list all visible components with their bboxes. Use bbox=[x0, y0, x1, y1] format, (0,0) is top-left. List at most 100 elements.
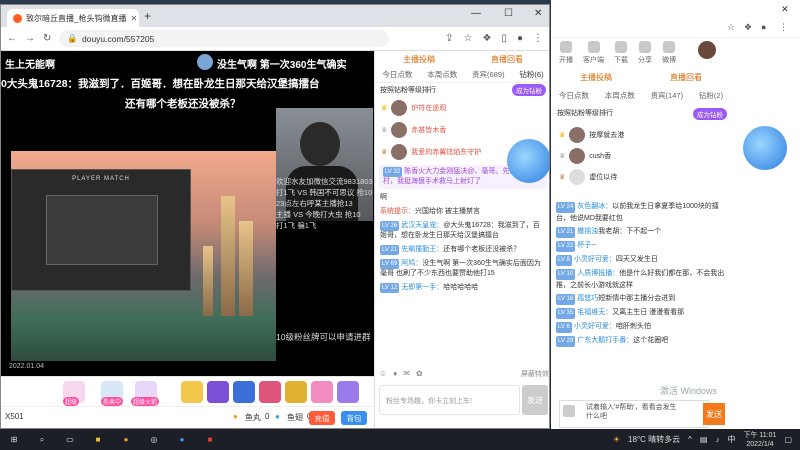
back-nav: 开播 客户端 下载 分享 微博 bbox=[551, 41, 800, 71]
share-icon[interactable]: ⇪ bbox=[445, 33, 453, 44]
send-button[interactable]: 发送 bbox=[522, 385, 548, 415]
extensions-icon[interactable]: ❖ bbox=[744, 22, 752, 33]
back-browser-toolbar: ✕ ☆ ❖ ● ⋮ bbox=[551, 0, 800, 38]
search-icon[interactable]: ⌕ bbox=[32, 433, 52, 447]
nav-item-share[interactable]: 分享 bbox=[638, 41, 652, 71]
forward-icon[interactable]: → bbox=[25, 33, 35, 44]
gift-item[interactable] bbox=[337, 381, 359, 403]
rank-item[interactable]: ♛ 按摩就去港 bbox=[551, 124, 731, 145]
windows-start-icon[interactable]: ⊞ bbox=[4, 433, 24, 447]
back-tab-today[interactable]: 今日点数 bbox=[559, 90, 589, 104]
gift-item[interactable] bbox=[207, 381, 229, 403]
weather-text[interactable]: 18°C 晴转多云 bbox=[628, 434, 680, 445]
maximize-icon[interactable]: ☐ bbox=[504, 8, 513, 19]
chat-tools: ☺ ♦ ✉ ✿ 屏蔽特效 bbox=[379, 369, 549, 379]
nav-item-live[interactable]: 开播 bbox=[559, 41, 573, 71]
app-icon[interactable]: ● bbox=[172, 433, 192, 447]
window-close-icon[interactable]: ✕ bbox=[534, 8, 542, 19]
tab-today[interactable]: 今日点数 bbox=[382, 69, 412, 80]
back-tab-vip[interactable]: 贵宾(147) bbox=[651, 90, 684, 104]
rank-item[interactable]: ♛ 炉符在遥观 bbox=[375, 97, 549, 119]
tab-vip[interactable]: 贵宾(689) bbox=[472, 69, 505, 80]
minimize-icon[interactable]: — bbox=[471, 8, 481, 19]
charge-button[interactable]: 充值 bbox=[309, 411, 335, 425]
gift-item[interactable] bbox=[181, 381, 203, 403]
fan-badge-icon[interactable]: ♦ bbox=[393, 369, 397, 379]
avatar bbox=[569, 168, 586, 185]
back-tab-fans[interactable]: 钻粉(2) bbox=[699, 90, 723, 104]
tab-week[interactable]: 本周点数 bbox=[427, 69, 457, 80]
rank-item[interactable]: ♛ 赤甚皆木香 bbox=[375, 119, 549, 141]
volume-icon[interactable]: ♪ bbox=[715, 435, 719, 444]
link-submit[interactable]: 主播投稿 bbox=[403, 54, 435, 65]
back-link-submit[interactable]: 主播投稿 bbox=[580, 72, 612, 88]
network-icon[interactable]: ▤ bbox=[700, 435, 708, 444]
url-field[interactable]: 🔒 douyu.com/557205 bbox=[59, 30, 390, 47]
mascot-badge[interactable] bbox=[743, 126, 787, 170]
emoji-icon[interactable]: ☺ bbox=[379, 369, 387, 379]
extensions-icon[interactable]: ❖ bbox=[482, 33, 491, 44]
rank-item[interactable]: ♛ 虚位以待 bbox=[551, 166, 731, 187]
back-become-fan-button[interactable]: 成为钻粉 bbox=[693, 108, 727, 120]
nav-item-download[interactable]: 下载 bbox=[614, 41, 628, 71]
gift-item[interactable] bbox=[285, 381, 307, 403]
barrage-icon[interactable]: ✉ bbox=[403, 369, 410, 379]
gift-item[interactable] bbox=[259, 381, 281, 403]
notification-icon[interactable]: ▢ bbox=[784, 435, 792, 444]
clock[interactable]: 下午 11:01 2022/1/4 bbox=[743, 431, 776, 449]
block-effects-checkbox[interactable]: 屏蔽特效 bbox=[521, 369, 549, 379]
new-tab-icon[interactable]: + bbox=[144, 9, 151, 23]
nav-item-weibo[interactable]: 微博 bbox=[662, 41, 676, 71]
app-icon[interactable]: ◎ bbox=[144, 433, 164, 447]
emoji-icon[interactable] bbox=[563, 405, 575, 417]
back-chat-input[interactable]: 试着输入'#帮助'，看看会发生什么吧 bbox=[559, 400, 709, 428]
gift-icon[interactable]: ✿ bbox=[416, 369, 423, 379]
rank-item[interactable]: ♛ cush香 bbox=[551, 145, 731, 166]
tab-fans[interactable]: 钻粉(6) bbox=[519, 69, 543, 80]
back-chat-list: LV 24 灰色翻冰：以前我龙生日拿夏季给1000块的擂台，他说MD我要红包 LV… bbox=[551, 200, 731, 348]
tab-strip: 致尔暗丘直播_枪头钩微直播 ✕ + — ☐ ✕ bbox=[1, 5, 549, 27]
profile-icon[interactable]: ● bbox=[761, 22, 766, 32]
weather-icon[interactable]: ☀ bbox=[613, 435, 620, 444]
user-avatar[interactable] bbox=[698, 41, 716, 59]
game-window: PLAYER MATCH bbox=[11, 169, 191, 291]
menu-icon[interactable]: ⋮ bbox=[779, 22, 788, 33]
back-send-button[interactable]: 发送 bbox=[703, 403, 725, 425]
tray-icon[interactable]: ^ bbox=[688, 435, 692, 444]
tab-close-icon[interactable]: ✕ bbox=[130, 14, 137, 23]
gift-item[interactable] bbox=[311, 381, 333, 403]
task-view-icon[interactable]: ▭ bbox=[60, 433, 80, 447]
system-tray: ☀ 18°C 晴转多云 ^ ▤ ♪ 中 下午 11:01 2022/1/4 ▢ bbox=[613, 431, 800, 449]
ime-icon[interactable]: 中 bbox=[727, 434, 735, 445]
mascot-badge[interactable] bbox=[507, 139, 549, 183]
star-icon[interactable]: ☆ bbox=[727, 22, 735, 33]
sidebar-icon[interactable]: ▯ bbox=[501, 33, 507, 44]
menu-icon[interactable]: ⋮ bbox=[533, 33, 543, 44]
chat-message: LV 12 无即第一手：哈哈哈哈哈 bbox=[380, 283, 479, 293]
video-player[interactable]: PLAYER MATCH 生上无能啊 没生气啊 第一次360生气确实 0大头鬼1… bbox=[1, 51, 374, 376]
front-browser-window: 致尔暗丘直播_枪头钩微直播 ✕ + — ☐ ✕ ← → ↻ 🔒 douyu.co… bbox=[0, 4, 550, 429]
bag-button[interactable]: 背包 bbox=[341, 411, 367, 425]
browser-tab[interactable]: 致尔暗丘直播_枪头钩微直播 ✕ bbox=[7, 9, 139, 27]
windows-taskbar: ⊞ ⌕ ▭ ■ ● ◎ ● ■ ☀ 18°C 晴转多云 ^ ▤ ♪ 中 下午 1… bbox=[0, 429, 800, 450]
fish-fin-icon: ● bbox=[275, 412, 280, 421]
chrome-icon[interactable]: ● bbox=[116, 433, 136, 447]
app-icon[interactable]: ■ bbox=[200, 433, 220, 447]
become-fan-button[interactable]: 成为钻粉 bbox=[512, 84, 546, 96]
player-bottom-bar: X501 ● 鱼丸 0 ● 鱼翅 0 充值 背包 bbox=[1, 406, 374, 428]
star-icon[interactable]: ☆ bbox=[464, 33, 473, 44]
close-icon[interactable]: ✕ bbox=[781, 4, 789, 15]
reload-icon[interactable]: ↻ bbox=[43, 33, 51, 44]
back-link-replay[interactable]: 直播回看 bbox=[670, 72, 702, 88]
link-replay[interactable]: 直播回看 bbox=[491, 54, 523, 65]
overlay-text: 主播 VS 今晚打大虫 抢10 bbox=[276, 210, 361, 219]
back-icon[interactable]: ← bbox=[7, 33, 17, 44]
gift-item[interactable] bbox=[233, 381, 255, 403]
gift-bar: 超级 热卖中 超级火箭 bbox=[1, 376, 374, 406]
chat-top-links: 主播投稿 直播回看 bbox=[375, 51, 549, 67]
back-tab-week[interactable]: 本周点数 bbox=[605, 90, 635, 104]
chat-input[interactable]: 粉丝专场趣，你卡立刻上车! bbox=[379, 385, 520, 415]
nav-item-client[interactable]: 客户端 bbox=[583, 41, 604, 71]
profile-icon[interactable]: ● bbox=[517, 33, 523, 44]
file-explorer-icon[interactable]: ■ bbox=[88, 433, 108, 447]
